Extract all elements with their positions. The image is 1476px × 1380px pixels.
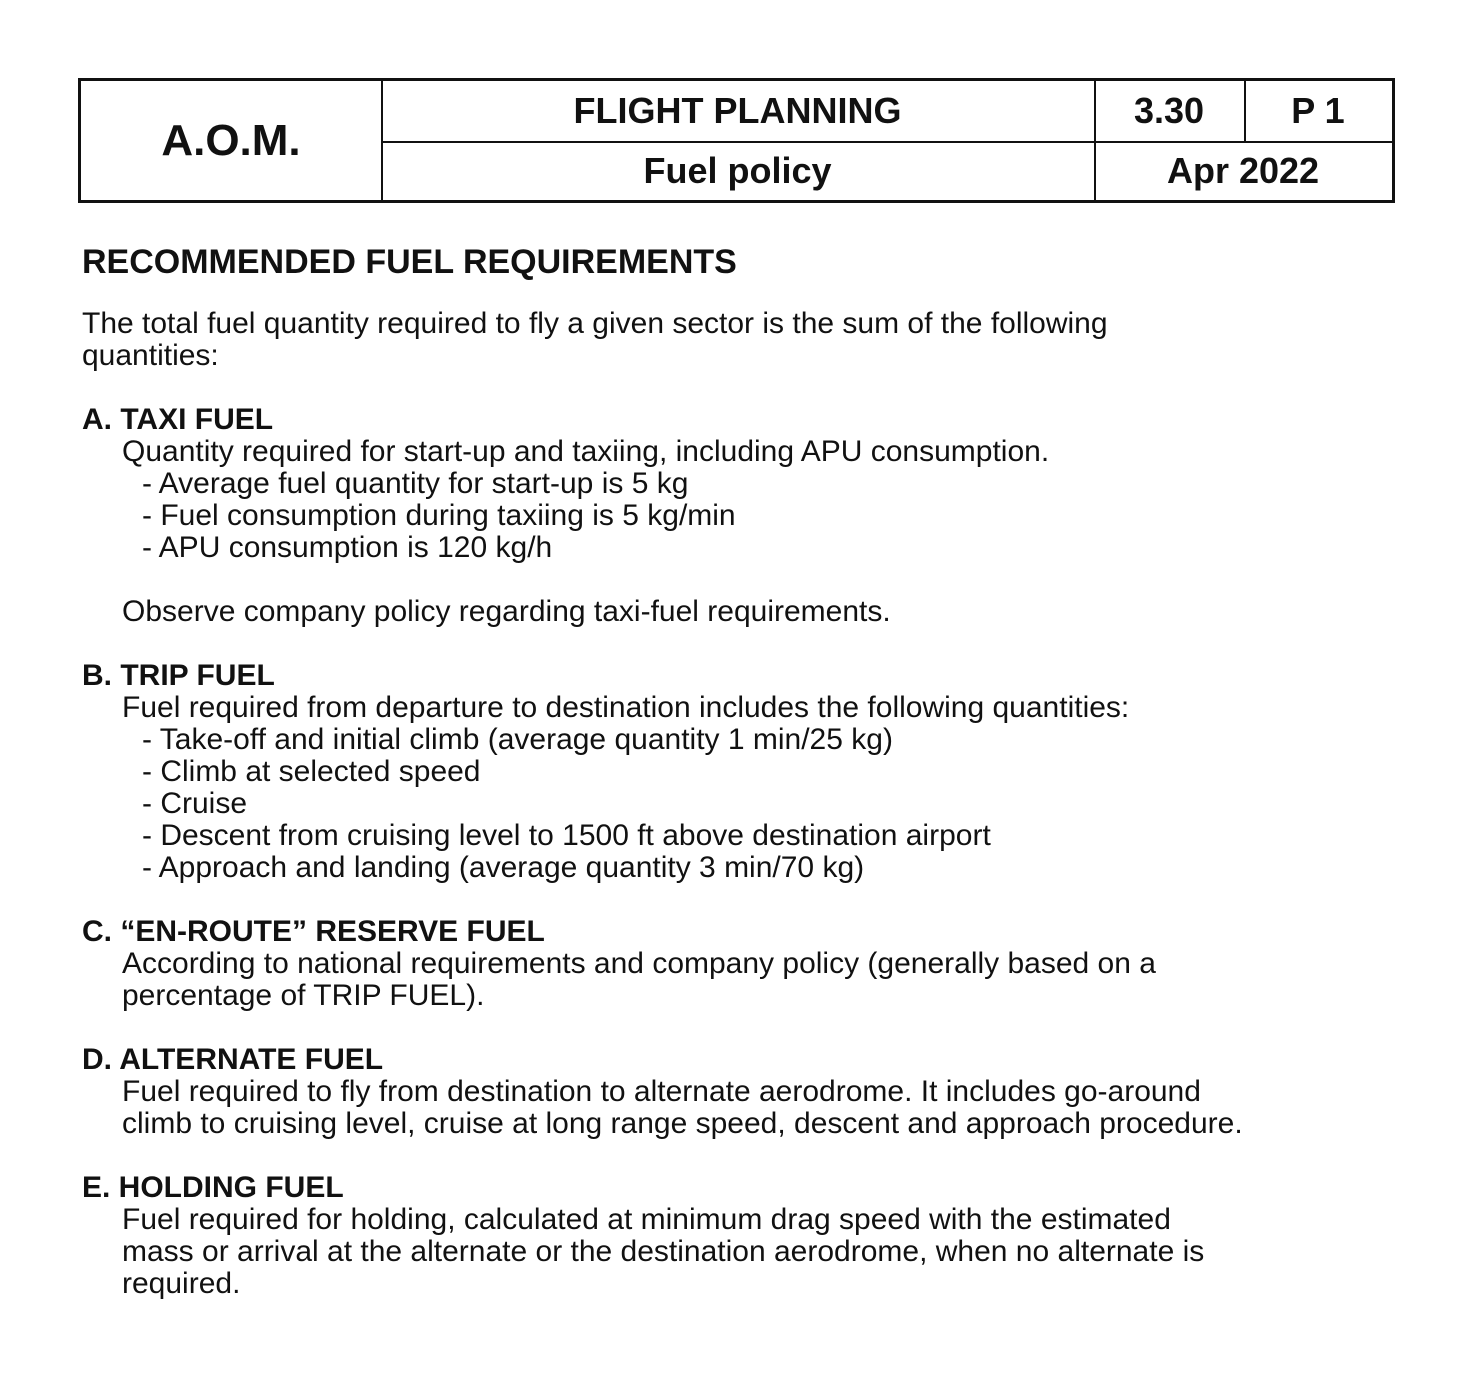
section-heading: A. TAXI FUEL bbox=[82, 403, 274, 436]
page-title: RECOMMENDED FUEL REQUIREMENTS bbox=[82, 243, 737, 281]
text-line: required. bbox=[122, 1267, 241, 1300]
text-line: Quantity required for start-up and taxii… bbox=[122, 435, 1050, 468]
subject-title: Fuel policy bbox=[643, 149, 832, 191]
bullet-item: - Cruise bbox=[142, 787, 248, 820]
page-number: P 1 bbox=[1291, 90, 1345, 131]
section-alternate-fuel: D. ALTERNATE FUEL Fuel required to fly f… bbox=[82, 1044, 1402, 1140]
text-line: mass or arrival at the alternate or the … bbox=[122, 1235, 1205, 1268]
text-line: Fuel required for holding, calculated at… bbox=[122, 1203, 1171, 1236]
bullet-item: - Fuel consumption during taxiing is 5 k… bbox=[142, 499, 736, 532]
section-heading: B. TRIP FUEL bbox=[82, 659, 275, 692]
text-line: According to national requirements and c… bbox=[122, 947, 1156, 980]
document-header: A.O.M. FLIGHT PLANNING Fuel policy 3.30 … bbox=[78, 78, 1395, 203]
text-line: quantities: bbox=[82, 339, 219, 372]
bullet-item: - Climb at selected speed bbox=[142, 755, 481, 788]
section-heading: C. “EN-ROUTE” RESERVE FUEL bbox=[82, 915, 545, 948]
bullet-item: - Approach and landing (average quantity… bbox=[142, 851, 865, 884]
section-taxi-fuel: A. TAXI FUEL Quantity required for start… bbox=[82, 404, 1402, 628]
bullet-item: - APU consumption is 120 kg/h bbox=[142, 531, 553, 564]
section-trip-fuel: B. TRIP FUEL Fuel required from departur… bbox=[82, 660, 1402, 884]
text-line: Fuel required from departure to destinat… bbox=[122, 691, 1130, 724]
section-heading: D. ALTERNATE FUEL bbox=[82, 1043, 384, 1076]
document-body: RECOMMENDED FUEL REQUIREMENTS The total … bbox=[82, 240, 1402, 1300]
section-heading: E. HOLDING FUEL bbox=[82, 1171, 344, 1204]
text-line: percentage of TRIP FUEL). bbox=[122, 979, 485, 1012]
bullet-item: - Average fuel quantity for start-up is … bbox=[142, 467, 689, 500]
bullet-item: - Descent from cruising level to 1500 ft… bbox=[142, 819, 991, 852]
bullet-item: - Take-off and initial climb (average qu… bbox=[142, 723, 893, 756]
section-number: 3.30 bbox=[1133, 90, 1205, 131]
chapter-title: FLIGHT PLANNING bbox=[573, 90, 902, 131]
text-line: The total fuel quantity required to fly … bbox=[82, 307, 1108, 340]
revision-date: Apr 2022 bbox=[1166, 149, 1320, 191]
manual-label: A.O.M. bbox=[161, 115, 301, 165]
note-line: Observe company policy regarding taxi-fu… bbox=[122, 595, 891, 628]
section-enroute-reserve-fuel: C. “EN-ROUTE” RESERVE FUEL According to … bbox=[82, 916, 1402, 1012]
section-holding-fuel: E. HOLDING FUEL Fuel required for holdin… bbox=[82, 1172, 1402, 1300]
text-line: climb to cruising level, cruise at long … bbox=[122, 1107, 1243, 1140]
intro-paragraph: The total fuel quantity required to fly … bbox=[82, 308, 1402, 372]
text-line: Fuel required to fly from destination to… bbox=[122, 1075, 1201, 1108]
